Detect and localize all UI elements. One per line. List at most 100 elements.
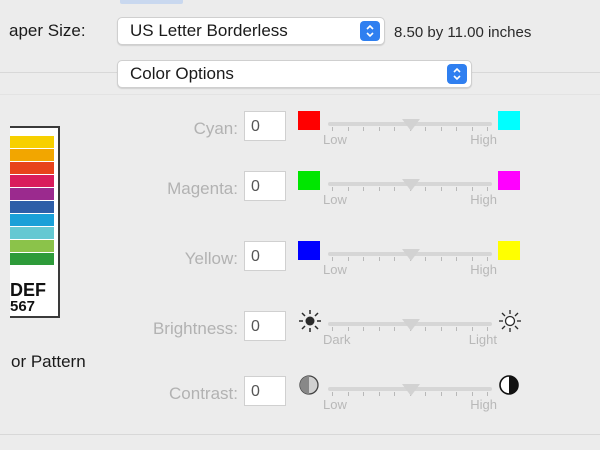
slider-tick bbox=[456, 127, 457, 131]
slider-tick bbox=[425, 392, 426, 396]
brightness-label: Brightness: bbox=[152, 319, 238, 338]
slider-tick bbox=[347, 127, 349, 131]
separator bbox=[0, 434, 600, 435]
slider-tick bbox=[425, 127, 426, 131]
brightness-slider-thumb[interactable] bbox=[402, 319, 420, 331]
cyan-value-field[interactable]: 0 bbox=[244, 111, 286, 141]
color-band bbox=[10, 214, 54, 226]
slider-tick bbox=[471, 187, 473, 191]
yellow-low-swatch bbox=[298, 241, 320, 260]
slider-tick bbox=[456, 187, 457, 191]
slider-tick bbox=[363, 257, 364, 261]
contrast-min-label: Low bbox=[323, 397, 347, 412]
color-options-value: Color Options bbox=[130, 64, 234, 83]
slider-tick bbox=[378, 327, 380, 331]
magenta-label: Magenta: bbox=[167, 179, 238, 198]
slider-tick bbox=[456, 327, 457, 331]
slider-tick bbox=[471, 127, 473, 131]
slider-tick bbox=[347, 327, 349, 331]
slider-tick bbox=[347, 392, 349, 396]
cyan-max-label: High bbox=[470, 132, 497, 147]
slider-tick bbox=[378, 187, 380, 191]
slider-tick bbox=[332, 127, 333, 131]
color-band bbox=[10, 136, 54, 148]
slider-tick bbox=[487, 392, 488, 396]
slider-tick bbox=[440, 187, 442, 191]
contrast-low-icon bbox=[298, 374, 320, 401]
slider-tick bbox=[425, 327, 426, 331]
sun-light-icon bbox=[498, 309, 522, 338]
contrast-label: Contrast: bbox=[169, 384, 238, 403]
yellow-max-label: High bbox=[470, 262, 497, 277]
magenta-low-swatch bbox=[298, 171, 320, 190]
brightness-value-field[interactable]: 0 bbox=[244, 311, 286, 341]
cyan-label: Cyan: bbox=[193, 119, 238, 138]
color-options-popup[interactable]: Color Options bbox=[117, 60, 472, 88]
color-band bbox=[10, 149, 54, 161]
contrast-value-field[interactable]: 0 bbox=[244, 376, 286, 406]
slider-tick bbox=[347, 257, 349, 261]
paper-size-popup[interactable]: US Letter Borderless bbox=[117, 17, 385, 45]
slider-tick bbox=[456, 392, 457, 396]
slider-tick bbox=[425, 187, 426, 191]
slider-tick bbox=[332, 327, 333, 331]
slider-tick bbox=[440, 392, 442, 396]
yellow-value-field[interactable]: 0 bbox=[244, 241, 286, 271]
cyan-high-swatch bbox=[498, 111, 520, 130]
slider-tick bbox=[363, 392, 364, 396]
chevron-updown-icon bbox=[360, 21, 380, 41]
slider-tick bbox=[487, 257, 488, 261]
slider-tick bbox=[363, 127, 364, 131]
brightness-max-label: Light bbox=[468, 332, 497, 347]
pattern-caption: or Pattern bbox=[11, 352, 86, 371]
slider-tick bbox=[487, 187, 488, 191]
contrast-max-label: High bbox=[470, 397, 497, 412]
cyan-min-label: Low bbox=[323, 132, 347, 147]
color-band bbox=[10, 175, 54, 187]
slider-tick bbox=[332, 187, 333, 191]
separator bbox=[0, 94, 600, 95]
tab-highlight bbox=[120, 0, 183, 4]
slider-tick bbox=[394, 187, 395, 191]
color-band bbox=[10, 188, 54, 200]
cyan-slider-thumb[interactable] bbox=[402, 119, 420, 131]
contrast-slider-thumb[interactable] bbox=[402, 384, 420, 396]
slider-tick bbox=[394, 327, 395, 331]
paper-size-value: US Letter Borderless bbox=[130, 21, 288, 40]
contrast-high-icon bbox=[498, 374, 520, 401]
slider-tick bbox=[394, 127, 395, 131]
chevron-updown-icon bbox=[447, 64, 467, 84]
sun-dark-icon bbox=[298, 309, 322, 338]
slider-tick bbox=[456, 257, 457, 261]
magenta-max-label: High bbox=[470, 192, 497, 207]
slider-tick bbox=[487, 327, 488, 331]
yellow-slider-thumb[interactable] bbox=[402, 249, 420, 261]
preview-text-line2: 567 bbox=[10, 298, 36, 315]
slider-tick bbox=[471, 327, 473, 331]
slider-tick bbox=[332, 392, 333, 396]
preview-thumbnail: DEF 567 bbox=[10, 126, 60, 318]
magenta-min-label: Low bbox=[323, 192, 347, 207]
slider-tick bbox=[425, 257, 426, 261]
magenta-high-swatch bbox=[498, 171, 520, 190]
yellow-min-label: Low bbox=[323, 262, 347, 277]
slider-tick bbox=[378, 257, 380, 261]
color-band bbox=[10, 253, 54, 265]
color-band bbox=[10, 240, 54, 252]
color-band bbox=[10, 162, 54, 174]
color-band bbox=[10, 227, 54, 239]
slider-tick bbox=[487, 127, 488, 131]
paper-dimensions: 8.50 by 11.00 inches bbox=[394, 24, 532, 41]
slider-tick bbox=[440, 127, 442, 131]
magenta-value-field[interactable]: 0 bbox=[244, 171, 286, 201]
slider-tick bbox=[378, 392, 380, 396]
brightness-min-label: Dark bbox=[323, 332, 351, 347]
slider-tick bbox=[440, 257, 442, 261]
cyan-low-swatch bbox=[298, 111, 320, 130]
yellow-high-swatch bbox=[498, 241, 520, 260]
slider-tick bbox=[471, 392, 473, 396]
slider-tick bbox=[332, 257, 333, 261]
color-band bbox=[10, 201, 54, 213]
yellow-label: Yellow: bbox=[184, 249, 238, 268]
magenta-slider-thumb[interactable] bbox=[402, 179, 420, 191]
